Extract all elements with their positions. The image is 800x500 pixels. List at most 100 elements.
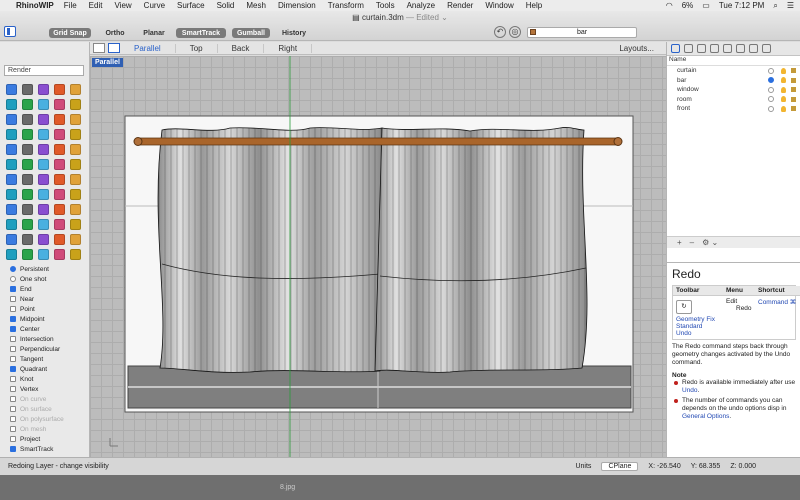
visibility-bulb-icon[interactable]	[781, 96, 786, 103]
tool-icon[interactable]	[22, 84, 33, 95]
osnap-on-curve[interactable]: On curve	[10, 394, 90, 404]
cplane-select[interactable]: CPlane	[601, 462, 639, 471]
tool-icon[interactable]	[6, 234, 17, 245]
checkbox[interactable]	[10, 296, 16, 302]
tool-icon[interactable]	[70, 249, 81, 260]
tool-icon[interactable]	[22, 249, 33, 260]
tool-icon[interactable]	[54, 174, 65, 185]
checkbox[interactable]	[10, 306, 16, 312]
lock-icon[interactable]	[791, 77, 796, 83]
menu-file[interactable]: File	[64, 1, 77, 10]
tool-icon[interactable]	[22, 234, 33, 245]
tool-icon[interactable]	[70, 144, 81, 155]
link-undo[interactable]: Undo	[676, 330, 720, 337]
layer-options-gear-icon[interactable]: ⚙ ⌄	[702, 238, 718, 247]
osnap-persistent[interactable]: Persistent	[10, 264, 90, 274]
tool-icon[interactable]	[22, 129, 33, 140]
lock-icon[interactable]	[791, 106, 796, 112]
current-layer-radio[interactable]	[768, 77, 774, 84]
tool-icon[interactable]	[70, 204, 81, 215]
tool-icon[interactable]	[6, 129, 17, 140]
tool-icon[interactable]	[54, 84, 65, 95]
radio-button[interactable]	[10, 276, 16, 282]
redo-toolbar-icon[interactable]: ↻	[676, 300, 692, 314]
tool-icon[interactable]	[38, 204, 49, 215]
tool-icon[interactable]	[70, 114, 81, 125]
layer-name[interactable]: room	[677, 96, 692, 103]
layer-row-curtain[interactable]: curtain	[667, 66, 800, 76]
current-layer-radio[interactable]	[768, 86, 774, 93]
tool-icon[interactable]	[6, 159, 17, 170]
layer-name[interactable]: front	[677, 105, 690, 112]
ortho-toggle[interactable]: Ortho	[100, 28, 130, 38]
checkbox[interactable]	[10, 386, 16, 392]
checkbox[interactable]	[10, 336, 16, 342]
tab-right[interactable]: Right	[264, 43, 313, 53]
tab-parallel[interactable]: Parallel	[120, 43, 176, 53]
object-tab-icon[interactable]	[710, 44, 719, 53]
osnap-vertex[interactable]: Vertex	[10, 384, 90, 394]
smarttrack-toggle[interactable]: SmartTrack	[176, 28, 226, 38]
layer-row-room[interactable]: room	[667, 95, 800, 105]
osnap-project[interactable]: Project	[10, 434, 90, 444]
tool-icon[interactable]	[6, 114, 17, 125]
tool-icon[interactable]	[6, 99, 17, 110]
tool-icon[interactable]	[22, 99, 33, 110]
menu-window[interactable]: Window	[485, 1, 513, 10]
layer-row-window[interactable]: window	[667, 85, 800, 95]
osnap-point[interactable]: Point	[10, 304, 90, 314]
lock-icon[interactable]	[791, 96, 796, 102]
menu-curve[interactable]: Curve	[144, 1, 165, 10]
tool-icon[interactable]	[6, 204, 17, 215]
tool-icon[interactable]	[54, 189, 65, 200]
menu-help[interactable]: Help	[526, 1, 542, 10]
app-menu[interactable]: RhinoWIP	[16, 1, 54, 10]
checkbox[interactable]	[10, 396, 16, 402]
tool-icon[interactable]	[6, 249, 17, 260]
tool-icon[interactable]	[38, 114, 49, 125]
tool-icon[interactable]	[6, 189, 17, 200]
checkbox[interactable]	[10, 416, 16, 422]
grid-view-icon[interactable]	[93, 43, 105, 53]
tool-icon[interactable]	[70, 159, 81, 170]
tool-icon[interactable]	[22, 204, 33, 215]
tool-icon[interactable]	[38, 249, 49, 260]
checkbox[interactable]	[10, 326, 16, 332]
tool-icon[interactable]	[54, 144, 65, 155]
visibility-bulb-icon[interactable]	[781, 105, 786, 112]
osnap-knot[interactable]: Knot	[10, 374, 90, 384]
help-tab-icon[interactable]	[762, 44, 771, 53]
tool-icon[interactable]	[54, 129, 65, 140]
osnap-near[interactable]: Near	[10, 294, 90, 304]
tab-top[interactable]: Top	[176, 43, 218, 53]
tool-icon[interactable]	[38, 144, 49, 155]
checkbox[interactable]	[10, 426, 16, 432]
sidebar-toggle-icon[interactable]	[4, 26, 16, 37]
osnap-on-surface[interactable]: On surface	[10, 404, 90, 414]
tool-icon[interactable]	[70, 234, 81, 245]
osnap-on-mesh[interactable]: On mesh	[10, 424, 90, 434]
osnap-midpoint[interactable]: Midpoint	[10, 314, 90, 324]
osnap-one-shot[interactable]: One shot	[10, 274, 90, 284]
checkbox[interactable]	[10, 436, 16, 442]
current-layer-select[interactable]: bar	[527, 27, 637, 38]
menu-surface[interactable]: Surface	[177, 1, 205, 10]
menu-view[interactable]: View	[114, 1, 131, 10]
layouts-button[interactable]: Layouts...	[619, 44, 654, 53]
undo-icon[interactable]: ↶	[494, 26, 506, 38]
checkbox[interactable]	[10, 356, 16, 362]
menu-dimension[interactable]: Dimension	[278, 1, 316, 10]
menu-analyze[interactable]: Analyze	[407, 1, 435, 10]
lights-tab-icon[interactable]	[749, 44, 758, 53]
battery-icon[interactable]: ▭	[702, 1, 710, 10]
grid-snap-toggle[interactable]: Grid Snap	[49, 28, 91, 38]
tool-icon[interactable]	[22, 144, 33, 155]
parallel-viewport[interactable]: Parallel	[90, 56, 666, 457]
settings-tab-icon[interactable]	[736, 44, 745, 53]
lock-icon[interactable]	[791, 68, 796, 74]
current-layer-radio[interactable]	[768, 96, 774, 103]
tool-icon[interactable]	[70, 129, 81, 140]
tool-icon[interactable]	[38, 129, 49, 140]
checkbox[interactable]	[10, 446, 16, 452]
tool-icon[interactable]	[22, 219, 33, 230]
